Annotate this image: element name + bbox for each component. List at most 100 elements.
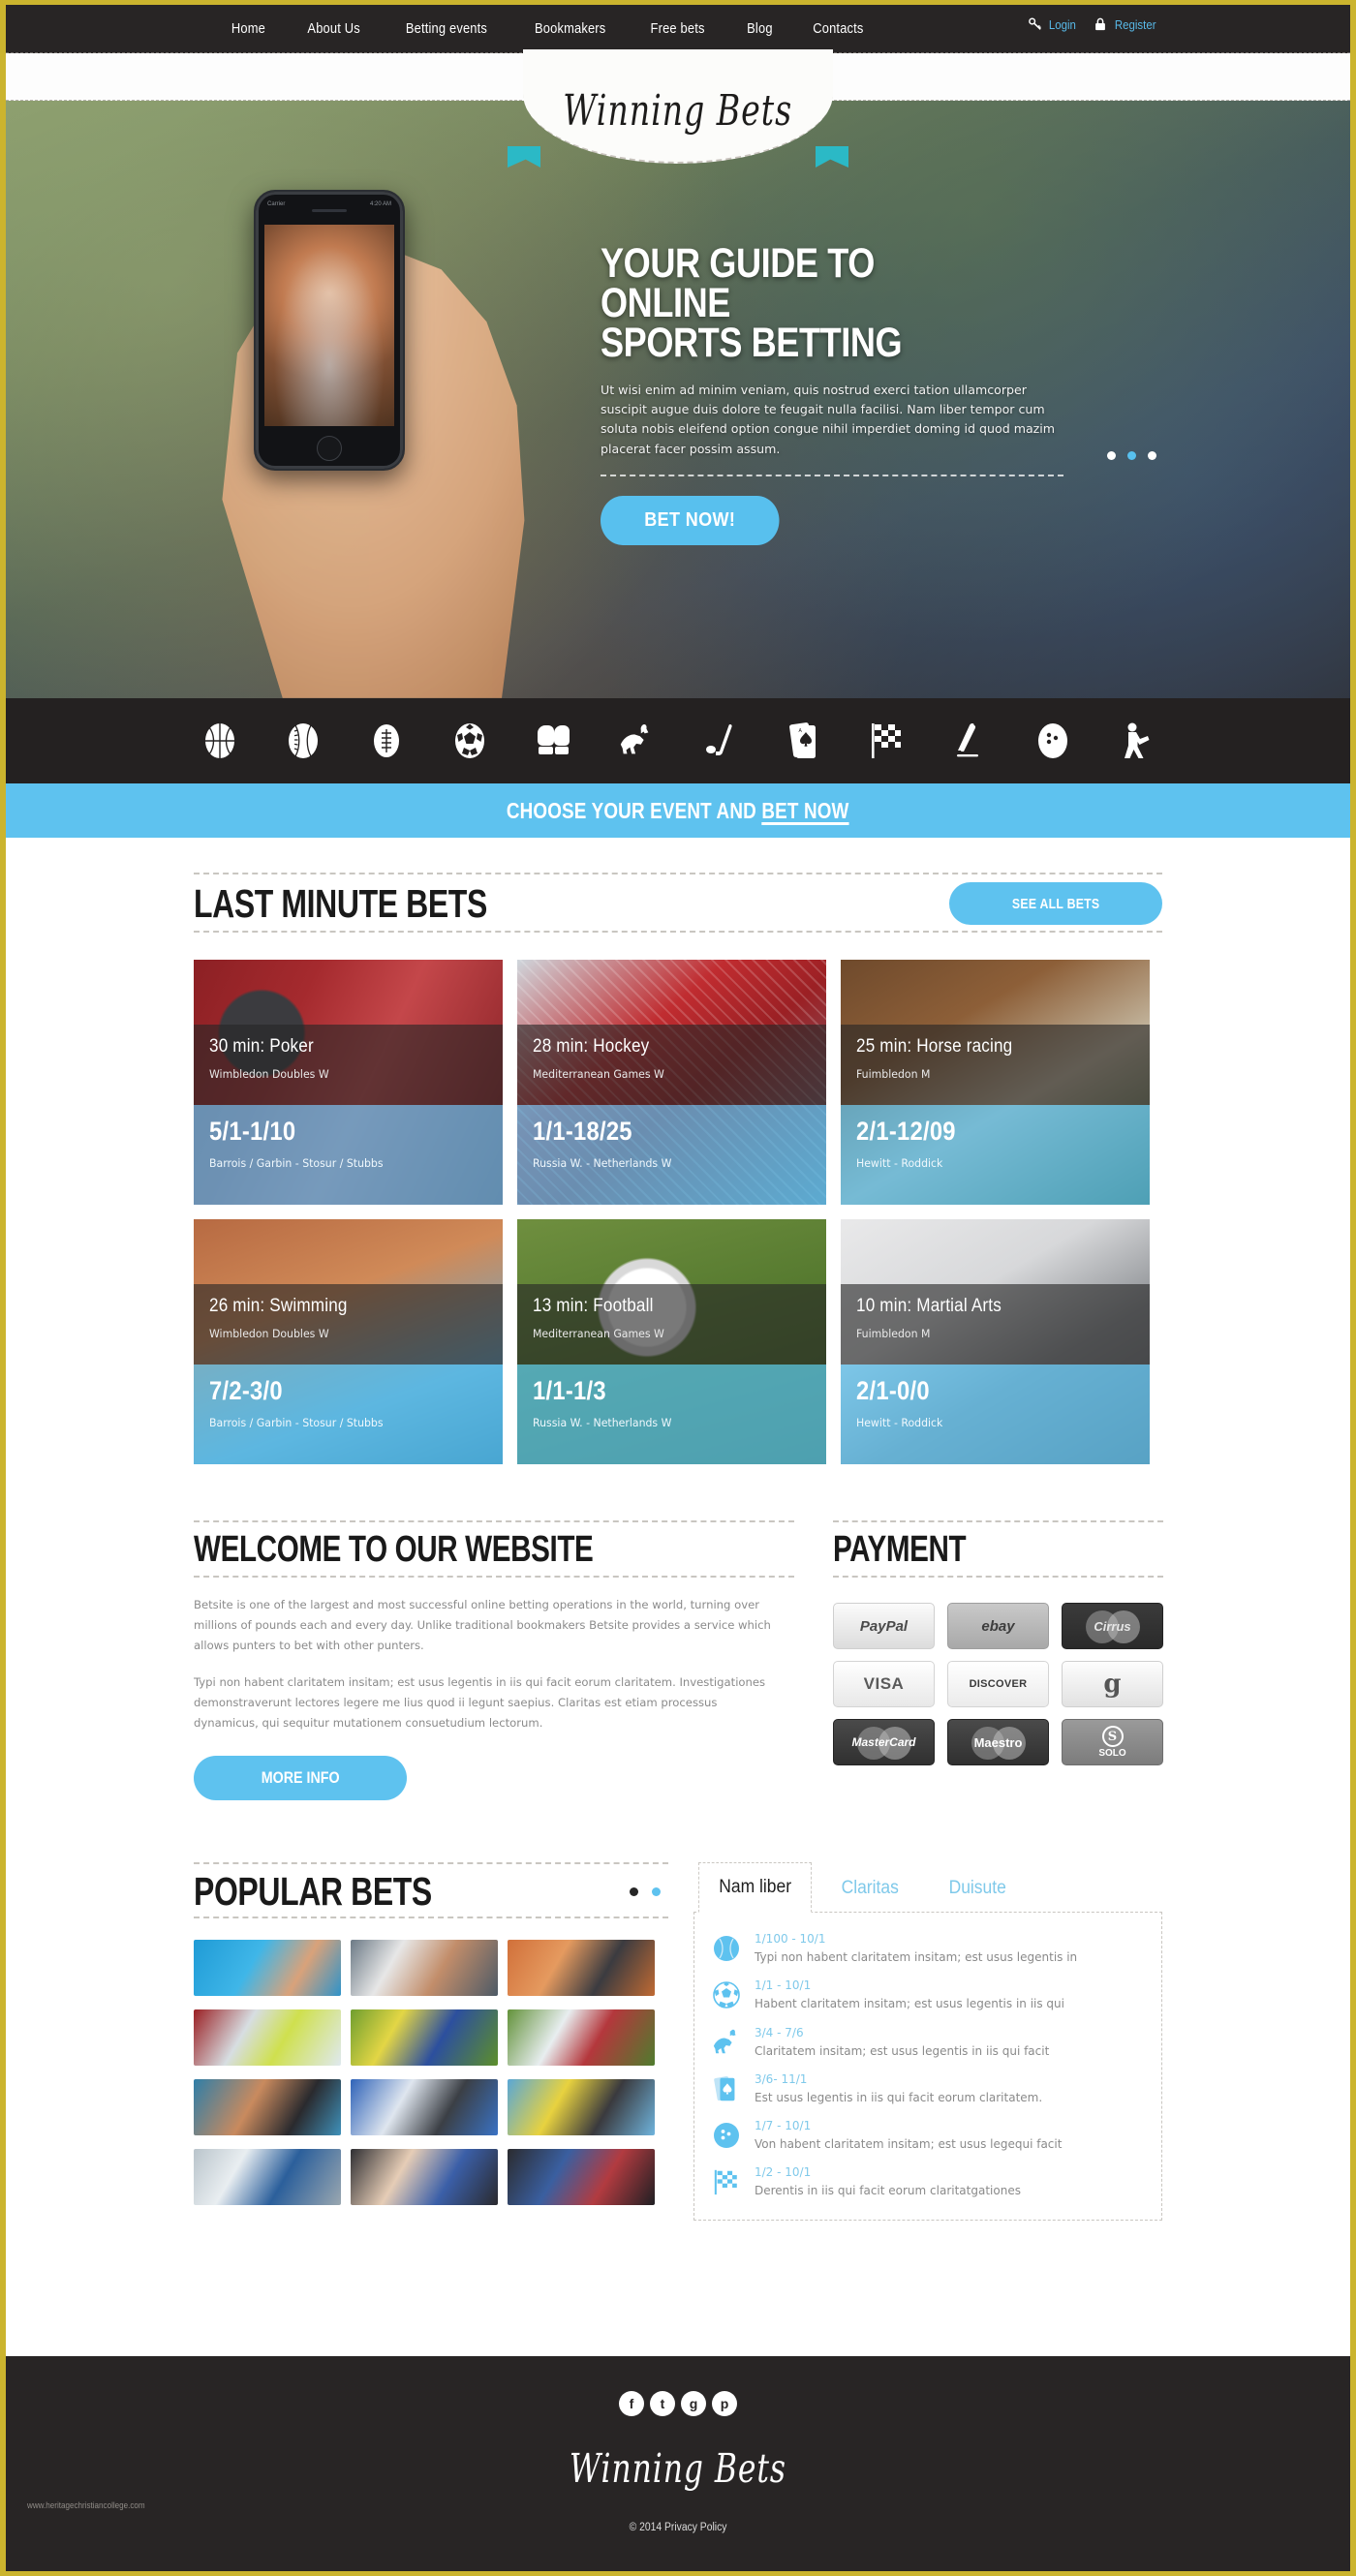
see-all-bets-button[interactable]: SEE ALL BETS bbox=[949, 882, 1162, 926]
thumb-football[interactable] bbox=[351, 2009, 498, 2067]
facebook-icon[interactable]: f bbox=[619, 2391, 644, 2416]
tab-claritas[interactable]: Claritas bbox=[821, 1863, 920, 1913]
nav-item-blog[interactable]: Blog bbox=[731, 20, 786, 37]
sport-icon-martial-arts[interactable] bbox=[1117, 720, 1156, 762]
sport-icon-ice-skate[interactable] bbox=[950, 720, 989, 762]
horse-racing-icon bbox=[713, 2029, 736, 2053]
bet-card-title: 26 min: Swimming bbox=[209, 1296, 348, 1317]
bet-card-title: 13 min: Football bbox=[533, 1296, 654, 1317]
thumb-judo[interactable] bbox=[351, 1940, 498, 1997]
payment-method-mastercard[interactable]: MasterCard bbox=[833, 1719, 935, 1766]
list-item[interactable]: 1/2 - 10/1 Derentis in iis qui facit eor… bbox=[712, 2165, 1140, 2198]
payment-method-solo[interactable]: S SOLO bbox=[1062, 1719, 1163, 1766]
banner-text: CHOOSE YOUR EVENT AND bbox=[507, 797, 762, 823]
google-plus-icon[interactable]: g bbox=[681, 2391, 706, 2416]
bet-card[interactable]: 10 min: Martial Arts Fuimbledon M 2/1-0/… bbox=[841, 1219, 1150, 1465]
see-all-bets-label: SEE ALL BETS bbox=[1011, 895, 1100, 912]
bet-card-players: Barrois / Garbin - Stosur / Stubbs bbox=[209, 1416, 384, 1430]
payment-method-discover[interactable]: DISCOVER bbox=[947, 1661, 1049, 1708]
twitter-icon[interactable]: t bbox=[650, 2391, 675, 2416]
sport-icon-horse-racing[interactable] bbox=[617, 720, 656, 762]
thumb-boxing[interactable] bbox=[508, 2149, 655, 2206]
list-item[interactable]: 1/100 - 10/1 Typi non habent claritatem … bbox=[712, 1932, 1140, 1965]
sport-icon-cards[interactable]: A bbox=[784, 720, 822, 762]
nav-item-home[interactable]: Home bbox=[216, 20, 280, 37]
bet-card[interactable]: 28 min: Hockey Mediterranean Games W 1/1… bbox=[517, 960, 826, 1206]
bet-card[interactable]: 30 min: Poker Wimbledon Doubles W 5/1-1/… bbox=[194, 960, 503, 1206]
nav-item-contacts[interactable]: Contacts bbox=[798, 20, 878, 37]
nav-item-about-us[interactable]: About Us bbox=[293, 20, 375, 37]
thumb-fans[interactable] bbox=[351, 2149, 498, 2206]
sport-icon-basketball[interactable] bbox=[200, 720, 239, 762]
thumb-cycling[interactable] bbox=[508, 1940, 655, 1997]
list-item-text: Derentis in iis qui facit eorum claritat… bbox=[755, 2184, 1021, 2198]
nav-item-betting-events[interactable]: Betting events bbox=[390, 20, 502, 37]
login-label: Login bbox=[1048, 16, 1076, 32]
sport-icon-boxing-gloves[interactable] bbox=[534, 720, 572, 762]
site-footer: f t g p Winning Bets © 2014 Privacy Poli… bbox=[6, 2356, 1350, 2571]
visa-logo-text: VISA bbox=[863, 1674, 905, 1694]
payment-method-maestro[interactable]: Maestro bbox=[947, 1719, 1049, 1766]
tab-nam-liber[interactable]: Nam liber bbox=[698, 1862, 813, 1914]
payment-method-ebay[interactable]: ebay bbox=[947, 1603, 1049, 1650]
phone-screen-image bbox=[264, 225, 394, 426]
payment-method-visa[interactable]: VISA bbox=[833, 1661, 935, 1708]
sport-icon-bowling[interactable] bbox=[1033, 720, 1072, 762]
phone-home-button-icon bbox=[317, 436, 342, 461]
bet-card-league: Wimbledon Doubles W bbox=[209, 1067, 329, 1082]
popular-bets-pagination[interactable] bbox=[630, 1886, 668, 1896]
tab-duisute[interactable]: Duisute bbox=[928, 1863, 1027, 1913]
bet-card-title: 10 min: Martial Arts bbox=[856, 1296, 1002, 1317]
last-minute-bets-grid: 30 min: Poker Wimbledon Doubles W 5/1-1/… bbox=[194, 960, 1162, 1465]
welcome-title: WELCOME TO OUR WEBSITE bbox=[194, 1529, 594, 1571]
hero-slider-pagination[interactable] bbox=[1107, 451, 1156, 460]
bet-card[interactable]: 25 min: Horse racing Fuimbledon M 2/1-12… bbox=[841, 960, 1150, 1206]
sport-icon-soccer[interactable] bbox=[450, 720, 489, 762]
sport-icon-golf[interactable] bbox=[700, 720, 739, 762]
sport-icon-racing-flag[interactable] bbox=[867, 720, 906, 762]
list-item[interactable]: 1/1 - 10/1 Habent claritatem insitam; es… bbox=[712, 1978, 1140, 2011]
thumb-motocross[interactable] bbox=[508, 2079, 655, 2136]
bet-card[interactable]: 26 min: Swimming Wimbledon Doubles W 7/2… bbox=[194, 1219, 503, 1465]
hero-dot-3[interactable] bbox=[1148, 451, 1156, 460]
hero-slider: Carrier 4:20 AM YOUR GUIDE TO ONLINE SPO… bbox=[6, 101, 1350, 698]
bet-card[interactable]: 13 min: Football Mediterranean Games W 1… bbox=[517, 1219, 826, 1465]
register-link[interactable]: Register bbox=[1094, 16, 1158, 32]
sport-icon-american-football[interactable] bbox=[367, 720, 406, 762]
bet-now-button[interactable]: BET NOW! bbox=[601, 496, 780, 546]
thumb-tennis[interactable] bbox=[194, 2009, 341, 2067]
banner-bet-now-link[interactable]: BET NOW bbox=[762, 798, 849, 823]
bet-card-odds: 2/1-0/0 bbox=[856, 1376, 930, 1406]
more-info-button[interactable]: MORE INFO bbox=[194, 1756, 407, 1801]
solo-swirl-icon: S bbox=[1101, 1726, 1124, 1748]
popular-bets-header: POPULAR BETS bbox=[194, 1862, 668, 1919]
list-item[interactable]: 1/7 - 10/1 Von habent claritatem insitam… bbox=[712, 2119, 1140, 2152]
popular-dot-2[interactable] bbox=[652, 1886, 661, 1896]
payment-method-cirrus[interactable]: Cirrus bbox=[1062, 1603, 1163, 1650]
nav-item-bookmakers[interactable]: Bookmakers bbox=[519, 20, 620, 37]
bet-card-league: Wimbledon Doubles W bbox=[209, 1327, 329, 1341]
login-link[interactable]: Login bbox=[1028, 16, 1078, 32]
thumb-field-hockey[interactable] bbox=[508, 2009, 655, 2067]
popular-dot-1[interactable] bbox=[630, 1886, 638, 1896]
list-item[interactable]: 3/4 - 7/6 Claritatem insitam; est usus l… bbox=[712, 2026, 1140, 2059]
hero-dot-2[interactable] bbox=[1127, 451, 1136, 460]
list-item[interactable]: 3/6- 11/1 Est usus legentis in iis qui f… bbox=[712, 2072, 1140, 2105]
thumb-water-sport[interactable] bbox=[194, 2149, 341, 2206]
tab-strip: Nam liber Claritas Duisute bbox=[693, 1862, 1162, 1914]
bet-card-title: 25 min: Horse racing bbox=[856, 1036, 1013, 1058]
thumb-running[interactable] bbox=[351, 2079, 498, 2136]
bet-card-odds: 5/1-1/10 bbox=[209, 1117, 296, 1147]
pinterest-icon[interactable]: p bbox=[712, 2391, 737, 2416]
thumb-swimming[interactable] bbox=[194, 1940, 341, 1997]
payment-title: PAYMENT bbox=[833, 1529, 967, 1571]
hero-dot-1[interactable] bbox=[1107, 451, 1116, 460]
thumb-swimmer[interactable] bbox=[194, 2079, 341, 2136]
sport-icon-baseball[interactable] bbox=[284, 720, 323, 762]
payment-method-google[interactable]: g bbox=[1062, 1661, 1163, 1708]
popular-bets-title: POPULAR BETS bbox=[194, 1869, 432, 1915]
payment-method-paypal[interactable]: PayPal bbox=[833, 1603, 935, 1650]
list-item-text: Est usus legentis in iis qui facit eorum… bbox=[755, 2090, 1043, 2104]
nav-item-free-bets[interactable]: Free bets bbox=[635, 20, 720, 37]
mastercard-logo-text: MasterCard bbox=[851, 1735, 916, 1750]
